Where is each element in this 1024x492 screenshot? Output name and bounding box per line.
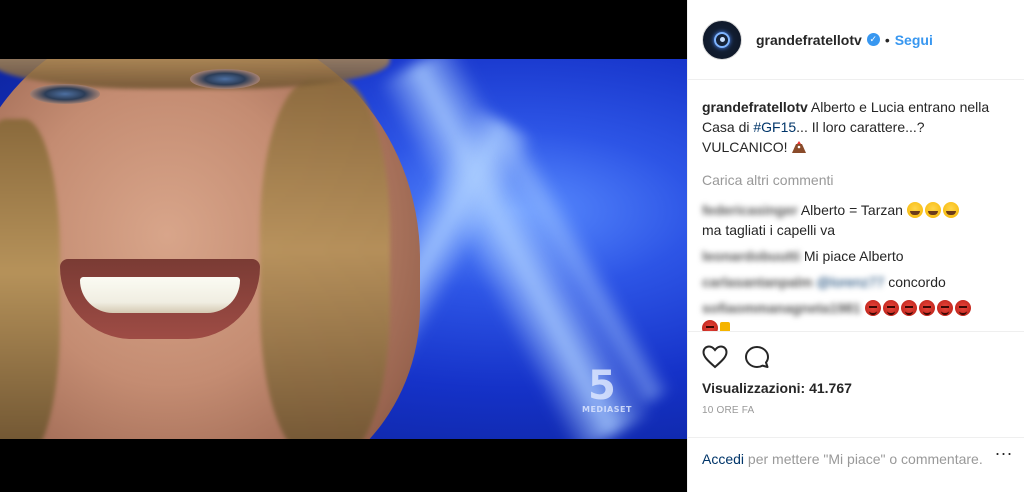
right-eye [190,69,260,89]
comment-username[interactable]: carlasantanpalm [702,274,813,290]
comments-section: grandefratellotv Alberto e Lucia entrano… [688,81,1024,331]
login-prompt: Accedi per mettere "Mi piace" o commenta… [688,437,1024,469]
devil-emoji-icon [900,300,917,316]
comment-username[interactable]: leonardobuutti [702,248,800,264]
verified-badge-icon: ✓ [866,33,880,46]
avatar[interactable] [702,19,742,60]
devil-emoji-icon [864,300,881,316]
comment-item: sofiaommanagneta1981 [702,298,1011,331]
comment-text: concordo [884,274,946,290]
eye-pupil [719,37,725,42]
teeth [80,277,240,313]
hair-left [0,119,60,439]
post-header: grandefratellotv ✓ • Segui [688,0,1024,80]
devil-emoji-icon [882,300,899,316]
caption-username[interactable]: grandefratellotv [702,99,808,115]
comment-text-2: ma tagliati i capelli va [702,222,836,238]
logo-brand: MEDIASET [582,405,632,414]
canale5-mediaset-logo: 5 MEDIASET [580,363,640,419]
comment-item: leonardobuutti Mi piace Alberto [702,246,1011,266]
follow-button[interactable]: Segui [895,32,933,48]
post-sidebar: grandefratellotv ✓ • Segui grandefratell… [687,0,1024,492]
separator-dot: • [884,31,890,48]
comment-item: carlasantanpalm @lorenz77 concordo [702,272,1011,292]
volcano-icon [792,141,807,153]
comment-bubble-icon[interactable] [744,344,770,370]
comment-mention[interactable]: @lorenz77 [816,274,884,290]
left-eye [30,84,100,104]
devil-emoji-icon [702,320,718,331]
more-options-icon[interactable]: ... [995,439,1013,459]
caption: grandefratellotv Alberto e Lucia entrano… [702,97,1011,157]
video-player[interactable]: 5 MEDIASET [0,0,687,492]
views-count: Visualizzazioni: 41.767 [702,380,852,396]
laughing-emoji-icon [942,202,959,218]
comment-text: Mi piace Alberto [803,248,904,264]
comment-item: federicasinger Alberto = Tarzan ma tagli… [702,200,1011,240]
comment-text: Alberto = Tarzan [800,202,903,218]
instagram-post: 5 MEDIASET grandefratellotv ✓ • Segui gr… [0,0,1024,492]
comment-username[interactable]: sofiaommanagneta1981 [702,300,861,316]
laughing-emoji-icon [906,202,923,218]
devil-emoji-icon [936,300,953,316]
video-frame[interactable]: 5 MEDIASET [0,59,687,439]
logo-number: 5 [588,363,616,409]
comment-username[interactable]: federicasinger [702,202,798,218]
laughing-emoji-icon [924,202,941,218]
header-username[interactable]: grandefratellotv [756,32,862,48]
devil-emoji-icon [918,300,935,316]
load-more-comments[interactable]: Carica altri commenti [702,170,1011,190]
post-actions: Visualizzazioni: 41.767 10 ORE FA [688,331,1024,416]
devil-emoji-icon [954,300,971,316]
login-link[interactable]: Accedi [702,451,744,467]
horns-hand-emoji-icon [720,322,730,331]
post-timestamp[interactable]: 10 ORE FA [702,405,1011,416]
hashtag-link[interactable]: #GF15 [753,119,796,135]
hair-right [260,79,390,439]
heart-icon[interactable] [702,345,728,369]
login-text: per mettere "Mi piace" o commentare. [744,451,983,467]
action-icons [702,342,1011,372]
